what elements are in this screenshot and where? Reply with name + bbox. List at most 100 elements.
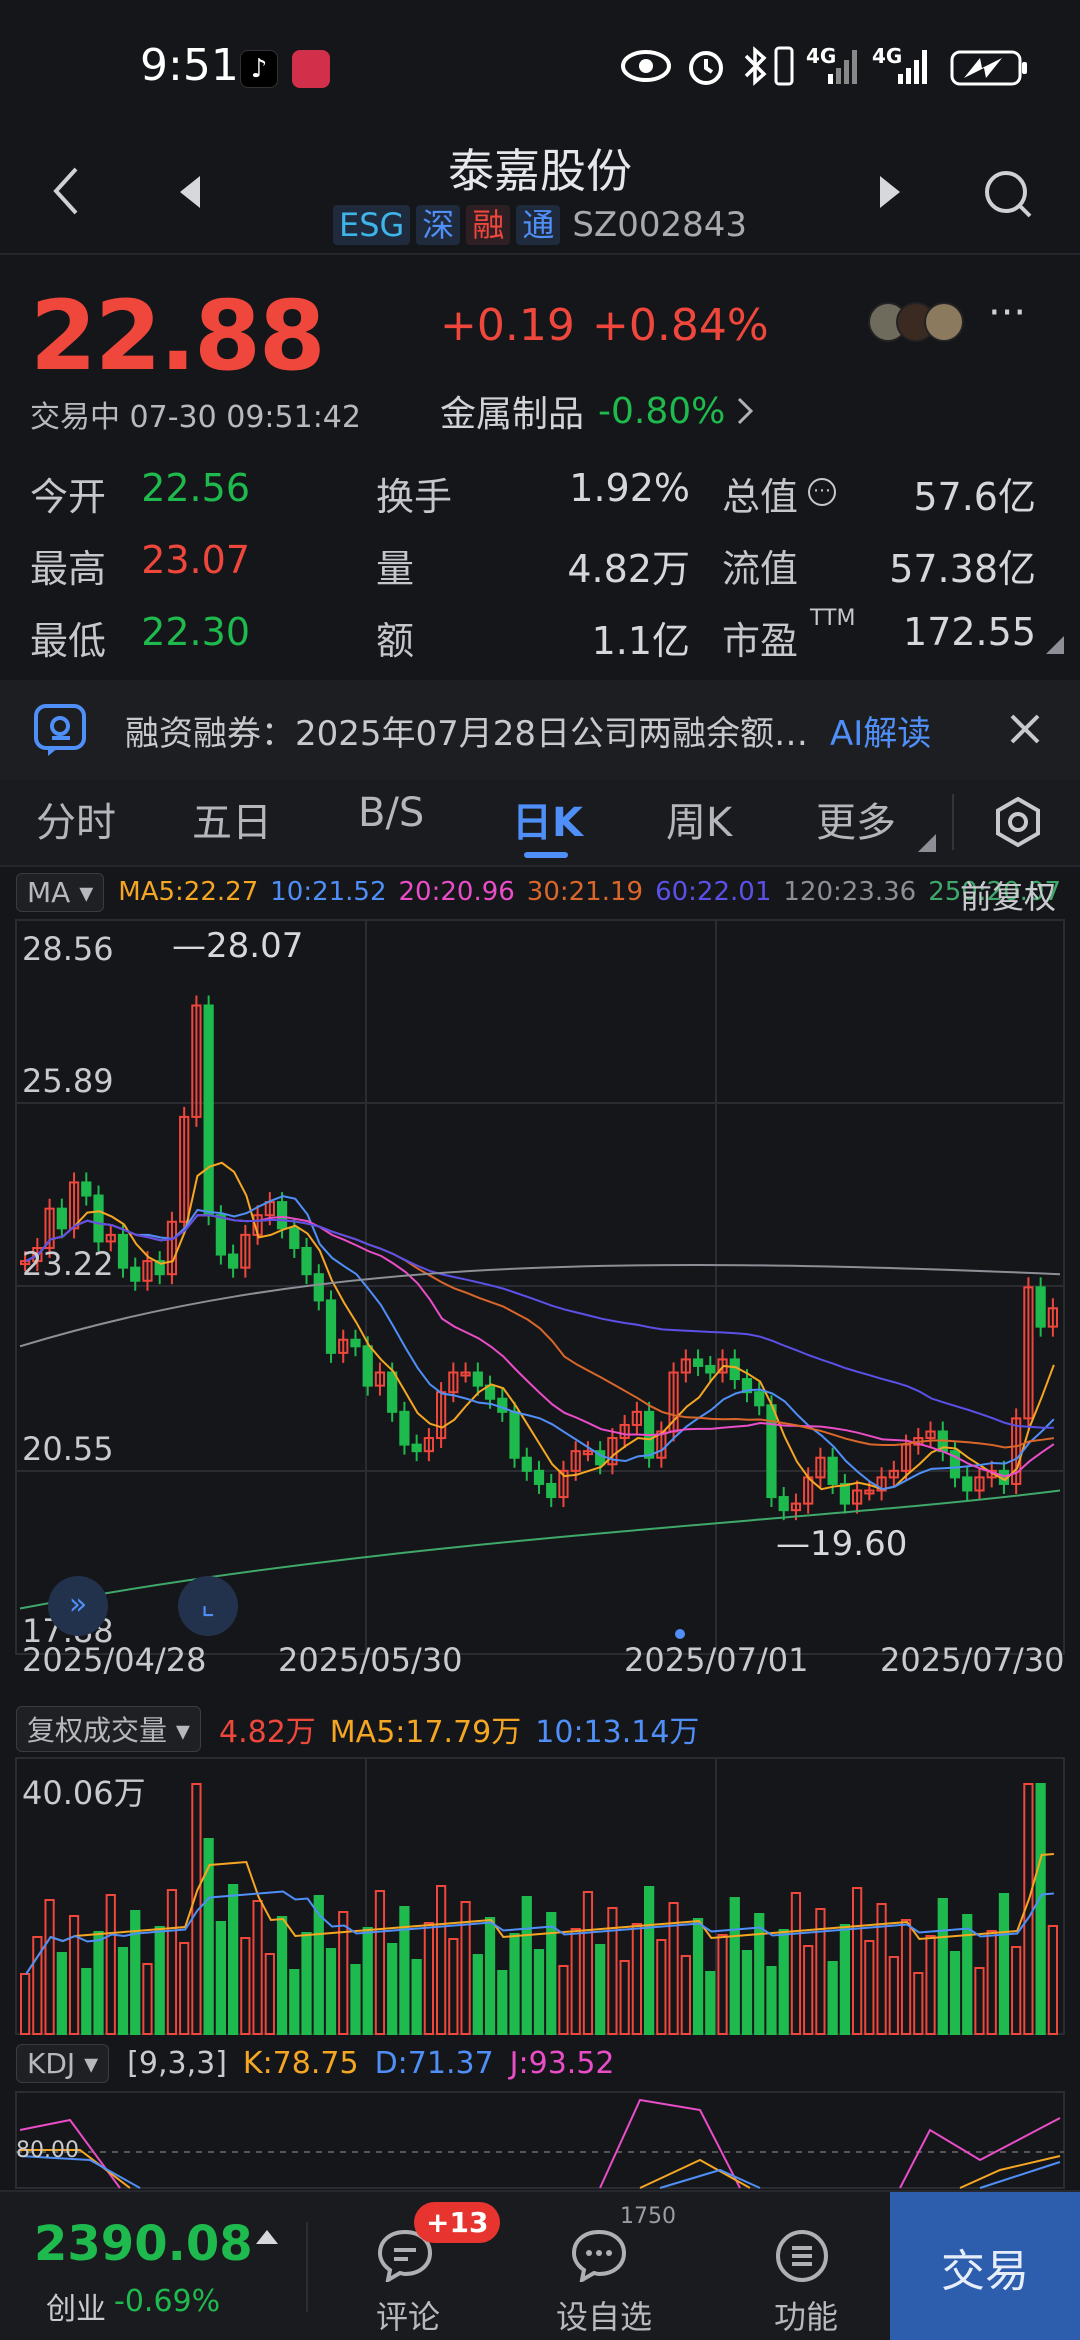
- comment-button[interactable]: +13 评论: [340, 2192, 501, 2340]
- volume-bar: [264, 1953, 275, 2035]
- volume-bar: [387, 1943, 398, 2035]
- tab-intraday[interactable]: 分时: [36, 790, 116, 848]
- candle: [387, 1371, 398, 1413]
- margin-banner[interactable]: 融资融券：2025年07月28日公司两融余额… AI解读: [0, 680, 1080, 780]
- tag-shen[interactable]: 深: [416, 205, 461, 245]
- trade-button[interactable]: 交易: [890, 2192, 1080, 2340]
- status-time: 9:51: [140, 40, 239, 91]
- sector-link[interactable]: 金属制品 -0.80%: [440, 385, 755, 437]
- volume-bar: [705, 1971, 716, 2035]
- ma-dropdown[interactable]: MA ▾: [16, 872, 105, 912]
- volume-bar: [350, 1964, 361, 2035]
- candle: [778, 1496, 789, 1512]
- tag-tong[interactable]: 通: [516, 205, 561, 245]
- volume-bar: [533, 1949, 545, 2035]
- kline-chart[interactable]: [0, 918, 1080, 1658]
- trade-label: 交易: [941, 2246, 1029, 2297]
- candle: [692, 1358, 704, 1367]
- watchlist-button[interactable]: 1750 设自选: [540, 2192, 700, 2340]
- more-icon[interactable]: ···: [988, 290, 1026, 336]
- volume-bar: [717, 1934, 728, 2035]
- volume-bar: [411, 1959, 422, 2035]
- active-tab-underline: [524, 852, 568, 858]
- avatar-group[interactable]: [868, 302, 964, 342]
- status-bar: 9:51 ♪ 4G 4G: [0, 0, 1080, 130]
- volume-bar: [105, 1894, 116, 2035]
- tab-weekly-k[interactable]: 周K: [666, 790, 732, 848]
- kdj-legend: KDJ ▾ [9,3,3] K:78.75 D:71.37 J:93.52: [16, 2042, 615, 2084]
- settings-icon[interactable]: [992, 796, 1044, 848]
- battery-icon: [950, 50, 1027, 86]
- adjust-mode[interactable]: 前复权: [960, 872, 1056, 918]
- price-change: +0.19: [440, 300, 575, 351]
- candle: [411, 1443, 422, 1453]
- function-button[interactable]: 功能: [740, 2192, 870, 2340]
- volume-dropdown[interactable]: 复权成交量 ▾: [16, 1706, 201, 1752]
- tab-bs[interactable]: B/S: [358, 790, 424, 836]
- stat-value: 57.38亿: [889, 547, 1036, 591]
- scroll-dot: [675, 1629, 685, 1639]
- search-icon[interactable]: [982, 168, 1034, 220]
- stock-name: 泰嘉股份: [448, 144, 632, 198]
- ma120-value: 120:23.36: [783, 877, 917, 907]
- comment-badge: +13: [414, 2202, 501, 2243]
- candle: [509, 1410, 520, 1459]
- tabs-divider: [0, 865, 1080, 867]
- kdj-chart[interactable]: [0, 2090, 1080, 2190]
- close-icon[interactable]: [1008, 712, 1042, 746]
- volume-value: 4.82万: [218, 1715, 316, 1750]
- index-pct: -0.69%: [114, 2284, 221, 2319]
- stat-value: 22.30: [141, 610, 250, 654]
- y-label-4: 20.55: [22, 1430, 114, 1468]
- tag-esg[interactable]: ESG: [332, 205, 411, 245]
- volume-bar: [888, 1956, 899, 2035]
- ma-line: [25, 1214, 1055, 1449]
- ma60-value: 60:22.01: [655, 877, 772, 907]
- comment-label: 评论: [376, 2298, 441, 2336]
- y-label-1: 28.56: [22, 930, 114, 968]
- tiktok-icon: ♪: [240, 50, 278, 88]
- volume-bar: [754, 1913, 765, 2035]
- volume-bar: [692, 1918, 704, 2035]
- candle: [203, 1004, 214, 1217]
- candle: [705, 1364, 716, 1374]
- volume-bar: [81, 1968, 92, 2035]
- next-stock-icon[interactable]: [878, 174, 902, 210]
- fullscreen-button[interactable]: ⌞: [178, 1576, 238, 1636]
- info-icon[interactable]: ⋯: [808, 478, 836, 506]
- candle: [313, 1273, 324, 1302]
- ai-interpret-link[interactable]: AI解读: [830, 706, 931, 755]
- volume-bar: [986, 1930, 997, 2035]
- bluetooth-icon: [744, 46, 767, 86]
- volume-bar: [631, 1923, 643, 2035]
- volume-bar: [436, 1885, 447, 2035]
- candle: [228, 1253, 239, 1269]
- candle: [766, 1404, 777, 1499]
- volume-bar: [546, 1912, 557, 2035]
- bottom-separator: [306, 2222, 308, 2312]
- current-price: 22.88: [30, 280, 326, 392]
- candle: [399, 1410, 410, 1446]
- header-divider: [0, 253, 1080, 255]
- high-marker-value: 28.07: [206, 926, 304, 966]
- volume-bar: [803, 1945, 814, 2035]
- volume-max-label: 40.06万: [22, 1774, 146, 1812]
- volume-bar: [790, 1892, 802, 2035]
- tab-five-day[interactable]: 五日: [192, 790, 272, 848]
- volume-bar: [582, 1891, 594, 2035]
- tab-more[interactable]: 更多: [816, 790, 896, 848]
- volume-bar: [839, 1924, 851, 2035]
- index-widget[interactable]: 2390.08 创业 -0.69%: [0, 2192, 300, 2340]
- expand-button[interactable]: »: [48, 1576, 108, 1636]
- tab-daily-k[interactable]: 日K: [512, 790, 583, 848]
- kdj-j-line: [19, 2098, 1061, 2189]
- volume-chart[interactable]: [0, 1756, 1080, 2036]
- stock-tags: ESG 深 融 通 SZ002843: [0, 205, 1080, 245]
- stat-label[interactable]: 总值: [722, 466, 798, 521]
- volume-bar: [925, 1935, 936, 2035]
- kdj-dropdown[interactable]: KDJ ▾: [16, 2043, 110, 2083]
- ai-chat-icon: [34, 704, 86, 756]
- tag-rong[interactable]: 融: [466, 205, 511, 245]
- kdj-j: J:93.52: [509, 2045, 615, 2081]
- stock-header: 泰嘉股份 ESG 深 融 通 SZ002843: [0, 130, 1080, 255]
